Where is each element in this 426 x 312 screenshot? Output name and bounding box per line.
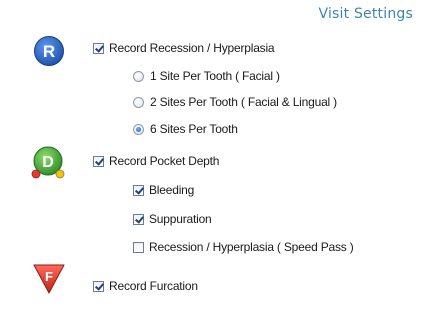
checkbox-box[interactable] [133,241,144,253]
radio-6-sites[interactable]: 6 Sites Per Tooth [133,122,238,136]
checkbox-box[interactable] [133,213,144,225]
radio-button[interactable] [133,123,144,135]
record-pocket-depth-checkbox[interactable]: Record Pocket Depth [93,154,219,168]
checkbox-box[interactable] [93,42,104,54]
radio-2-sites[interactable]: 2 Sites Per Tooth ( Facial & Lingual ) [133,95,337,109]
checkbox-box[interactable] [93,155,104,167]
panel-title: Visit Settings [318,6,413,22]
speed-pass-checkbox[interactable]: Recession / Hyperplasia ( Speed Pass ) [133,240,354,254]
radio-label: 6 Sites Per Tooth [150,122,238,136]
record-furcation-checkbox[interactable]: Record Furcation [93,279,198,293]
checkbox-box[interactable] [133,184,144,196]
checkbox-label: Record Pocket Depth [109,154,220,168]
checkbox-box[interactable] [93,280,104,292]
radio-button[interactable] [133,70,144,82]
pocket-depth-icon-letter: D [42,154,54,171]
radio-button[interactable] [133,96,144,108]
recession-icon-letter: R [43,42,55,61]
radio-label: 1 Site Per Tooth ( Facial ) [150,69,280,83]
checkbox-label: Record Recession / Hyperplasia [109,41,275,55]
bleeding-checkbox[interactable]: Bleeding [133,183,194,197]
checkbox-label: Bleeding [149,183,195,197]
checkbox-label: Suppuration [149,212,212,226]
recession-icon: R [34,36,64,66]
radio-label: 2 Sites Per Tooth ( Facial & Lingual ) [150,95,337,109]
pocket-depth-icon: D [31,146,65,179]
suppuration-checkbox[interactable]: Suppuration [133,212,212,226]
checkbox-label: Record Furcation [109,279,198,293]
furcation-icon: F [33,264,65,294]
record-recession-checkbox[interactable]: Record Recession / Hyperplasia [93,41,275,55]
checkbox-label: Recession / Hyperplasia ( Speed Pass ) [149,240,354,254]
furcation-icon-letter: F [45,269,53,284]
radio-1-site[interactable]: 1 Site Per Tooth ( Facial ) [133,69,280,83]
